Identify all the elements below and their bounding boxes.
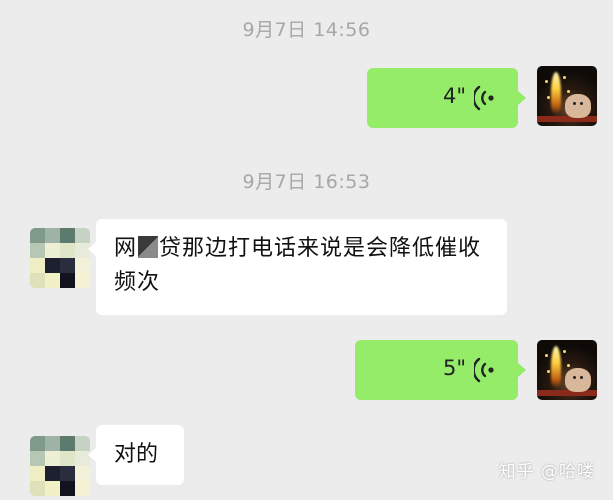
- avatar-image: [551, 346, 561, 388]
- contact-avatar[interactable]: [30, 436, 90, 496]
- text-message-bubble[interactable]: 网贷那边打电话来说是会降低催收频次: [88, 219, 507, 315]
- voice-duration: 5": [442, 356, 466, 380]
- censor-block: [138, 236, 159, 258]
- zhihu-watermark: 知乎 @哈喽: [498, 462, 595, 482]
- chat-timestamp: 9月7日 14:56: [242, 19, 371, 41]
- self-avatar[interactable]: [537, 340, 597, 400]
- contact-avatar[interactable]: [30, 228, 90, 288]
- message-text: 对的: [114, 442, 159, 467]
- voice-wave-icon: [472, 85, 496, 111]
- message-text-part: 网: [114, 236, 138, 261]
- chat-timestamp: 9月7日 16:53: [242, 171, 371, 193]
- voice-wave-icon: [472, 357, 496, 383]
- voice-message-bubble[interactable]: 5": [355, 340, 526, 400]
- voice-duration: 4": [442, 84, 466, 108]
- text-message-bubble[interactable]: 对的: [88, 425, 184, 485]
- message-text-part: 贷那边打电话来说是会降低催收频次: [114, 236, 482, 295]
- voice-message-bubble[interactable]: 4": [367, 68, 526, 128]
- self-avatar[interactable]: [537, 66, 597, 126]
- avatar-image: [551, 72, 561, 114]
